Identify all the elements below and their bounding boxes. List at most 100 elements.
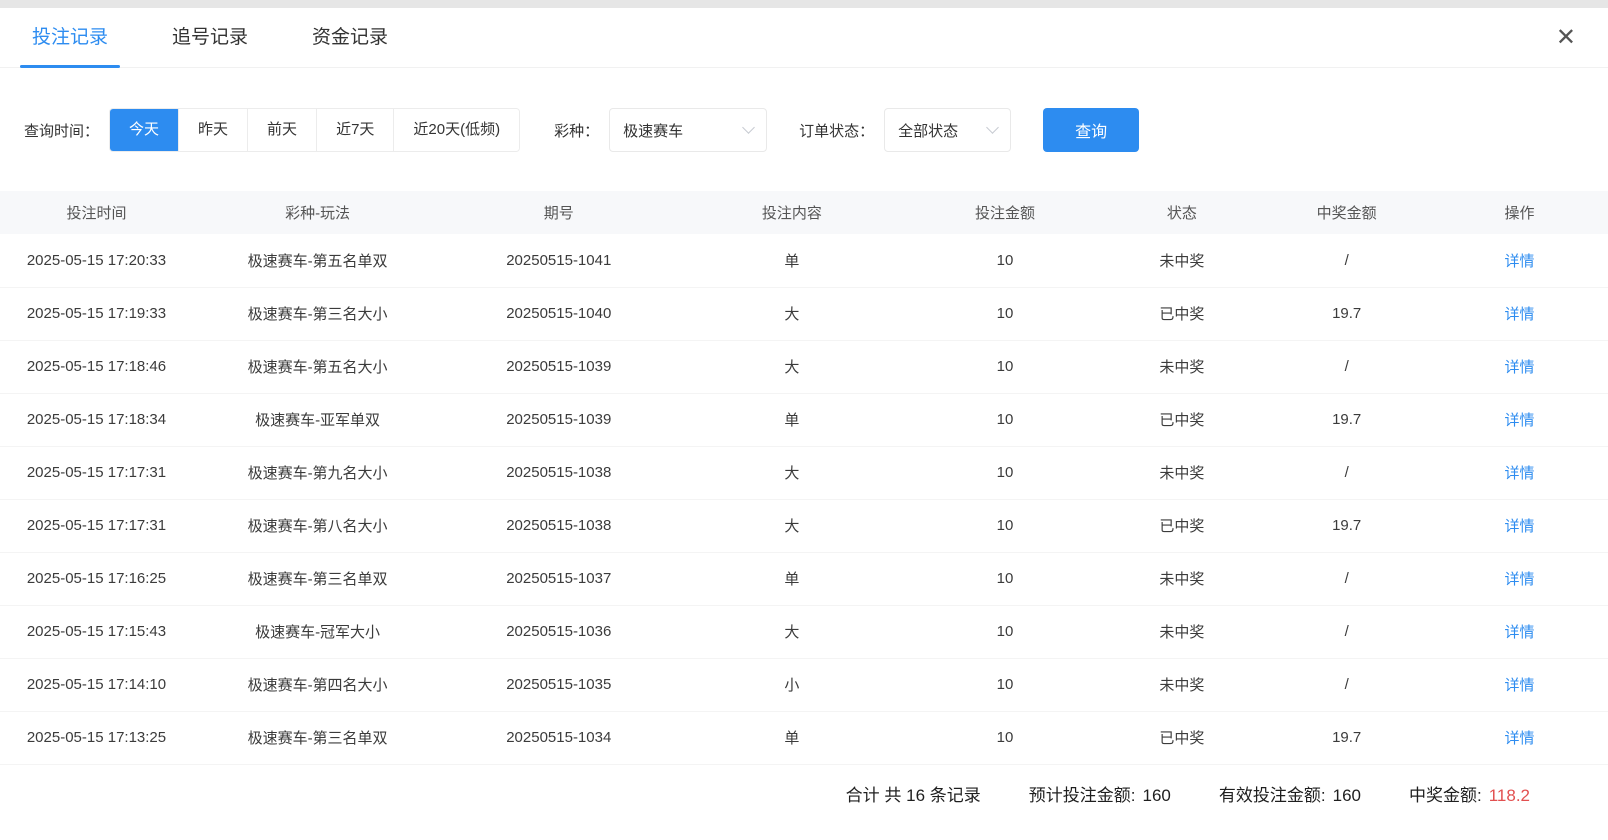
- cell-content: 大: [675, 605, 908, 658]
- column-header: 中奖金额: [1262, 191, 1431, 234]
- detail-link[interactable]: 详情: [1505, 730, 1535, 747]
- lottery-select-value: 极速赛车: [623, 120, 683, 141]
- column-header: 操作: [1431, 191, 1608, 234]
- cell-status: 已中奖: [1101, 711, 1262, 764]
- cell-amount: 10: [909, 605, 1102, 658]
- column-header: 投注时间: [0, 191, 193, 234]
- filter-bar: 查询时间： 今天昨天前天近7天近20天(低频) 彩种： 极速赛车 订单状态： 全…: [24, 108, 1608, 152]
- cell-play: 极速赛车-亚军单双: [193, 393, 442, 446]
- detail-link[interactable]: 详情: [1505, 359, 1535, 376]
- cell-status: 已中奖: [1101, 287, 1262, 340]
- detail-link[interactable]: 详情: [1505, 571, 1535, 588]
- cell-status: 未中奖: [1101, 234, 1262, 287]
- time-option-4[interactable]: 近20天(低频): [393, 109, 519, 151]
- table-row: 2025-05-15 17:18:46极速赛车-第五名大小20250515-10…: [0, 340, 1608, 393]
- cell-amount: 10: [909, 340, 1102, 393]
- cell-action: 详情: [1431, 393, 1608, 446]
- cell-play: 极速赛车-第八名大小: [193, 499, 442, 552]
- summary-valid-label: 有效投注金额:: [1219, 786, 1326, 805]
- cell-status: 未中奖: [1101, 340, 1262, 393]
- cell-play: 极速赛车-第四名大小: [193, 658, 442, 711]
- cell-bet-time: 2025-05-15 17:17:31: [0, 446, 193, 499]
- cell-action: 详情: [1431, 234, 1608, 287]
- cell-action: 详情: [1431, 340, 1608, 393]
- cell-play: 极速赛车-第三名单双: [193, 711, 442, 764]
- table-header-row: 投注时间彩种-玩法期号投注内容投注金额状态中奖金额操作: [0, 191, 1608, 234]
- cell-win-amount: /: [1262, 658, 1431, 711]
- cell-issue: 20250515-1035: [442, 658, 675, 711]
- summary-win-label: 中奖金额:: [1409, 786, 1482, 805]
- column-header: 投注内容: [675, 191, 908, 234]
- detail-link[interactable]: 详情: [1505, 306, 1535, 323]
- column-header: 投注金额: [909, 191, 1102, 234]
- tab-2[interactable]: 资金记录: [312, 8, 388, 68]
- cell-bet-time: 2025-05-15 17:13:25: [0, 711, 193, 764]
- detail-link[interactable]: 详情: [1505, 253, 1535, 270]
- cell-bet-time: 2025-05-15 17:14:10: [0, 658, 193, 711]
- lottery-filter-label: 彩种：: [554, 120, 599, 141]
- detail-link[interactable]: 详情: [1505, 677, 1535, 694]
- cell-action: 详情: [1431, 552, 1608, 605]
- cell-win-amount: /: [1262, 340, 1431, 393]
- cell-action: 详情: [1431, 287, 1608, 340]
- time-option-2[interactable]: 前天: [247, 109, 316, 151]
- time-option-3[interactable]: 近7天: [316, 109, 393, 151]
- summary-expected-amount: 预计投注金额: 160: [1029, 781, 1171, 806]
- table-row: 2025-05-15 17:17:31极速赛车-第八名大小20250515-10…: [0, 499, 1608, 552]
- cell-play: 极速赛车-第五名单双: [193, 234, 442, 287]
- cell-play: 极速赛车-第九名大小: [193, 446, 442, 499]
- cell-content: 单: [675, 711, 908, 764]
- cell-bet-time: 2025-05-15 17:18:46: [0, 340, 193, 393]
- cell-win-amount: /: [1262, 605, 1431, 658]
- time-option-1[interactable]: 昨天: [178, 109, 247, 151]
- summary-valid-value: 160: [1333, 786, 1361, 805]
- table-row: 2025-05-15 17:19:33极速赛车-第三名大小20250515-10…: [0, 287, 1608, 340]
- cell-issue: 20250515-1037: [442, 552, 675, 605]
- cell-issue: 20250515-1034: [442, 711, 675, 764]
- summary-win-amount: 中奖金额:118.2: [1409, 781, 1530, 806]
- tab-0[interactable]: 投注记录: [32, 8, 108, 68]
- summary-expected-label: 预计投注金额:: [1029, 786, 1136, 805]
- table-row: 2025-05-15 17:20:33极速赛车-第五名单双20250515-10…: [0, 234, 1608, 287]
- table-body: 2025-05-15 17:20:33极速赛车-第五名单双20250515-10…: [0, 234, 1608, 764]
- order-status-select[interactable]: 全部状态: [884, 108, 1011, 152]
- page-top-strip: [0, 0, 1608, 8]
- cell-status: 未中奖: [1101, 446, 1262, 499]
- cell-action: 详情: [1431, 711, 1608, 764]
- table-row: 2025-05-15 17:13:25极速赛车-第三名单双20250515-10…: [0, 711, 1608, 764]
- cell-play: 极速赛车-冠军大小: [193, 605, 442, 658]
- search-button[interactable]: 查询: [1043, 108, 1139, 152]
- close-icon[interactable]: ✕: [1556, 26, 1576, 50]
- summary-expected-value: 160: [1143, 786, 1171, 805]
- table-row: 2025-05-15 17:14:10极速赛车-第四名大小20250515-10…: [0, 658, 1608, 711]
- bet-records-table: 投注时间彩种-玩法期号投注内容投注金额状态中奖金额操作 2025-05-15 1…: [0, 191, 1608, 765]
- lottery-select[interactable]: 极速赛车: [609, 108, 767, 152]
- cell-amount: 10: [909, 499, 1102, 552]
- cell-status: 未中奖: [1101, 658, 1262, 711]
- cell-status: 已中奖: [1101, 499, 1262, 552]
- cell-content: 小: [675, 658, 908, 711]
- summary-total-text: 合计 共 16 条记录: [846, 786, 981, 805]
- column-header: 期号: [442, 191, 675, 234]
- cell-content: 大: [675, 499, 908, 552]
- detail-link[interactable]: 详情: [1505, 518, 1535, 535]
- detail-link[interactable]: 详情: [1505, 465, 1535, 482]
- cell-issue: 20250515-1038: [442, 499, 675, 552]
- time-range-group: 今天昨天前天近7天近20天(低频): [109, 108, 520, 152]
- detail-link[interactable]: 详情: [1505, 624, 1535, 641]
- cell-bet-time: 2025-05-15 17:17:31: [0, 499, 193, 552]
- tab-1[interactable]: 追号记录: [172, 8, 248, 68]
- cell-amount: 10: [909, 552, 1102, 605]
- cell-status: 未中奖: [1101, 552, 1262, 605]
- time-filter-label: 查询时间：: [24, 120, 99, 141]
- cell-issue: 20250515-1039: [442, 340, 675, 393]
- cell-amount: 10: [909, 234, 1102, 287]
- cell-content: 大: [675, 446, 908, 499]
- table-row: 2025-05-15 17:18:34极速赛车-亚军单双20250515-103…: [0, 393, 1608, 446]
- detail-link[interactable]: 详情: [1505, 412, 1535, 429]
- time-option-0[interactable]: 今天: [109, 108, 179, 152]
- cell-issue: 20250515-1040: [442, 287, 675, 340]
- cell-win-amount: /: [1262, 446, 1431, 499]
- cell-bet-time: 2025-05-15 17:20:33: [0, 234, 193, 287]
- cell-amount: 10: [909, 711, 1102, 764]
